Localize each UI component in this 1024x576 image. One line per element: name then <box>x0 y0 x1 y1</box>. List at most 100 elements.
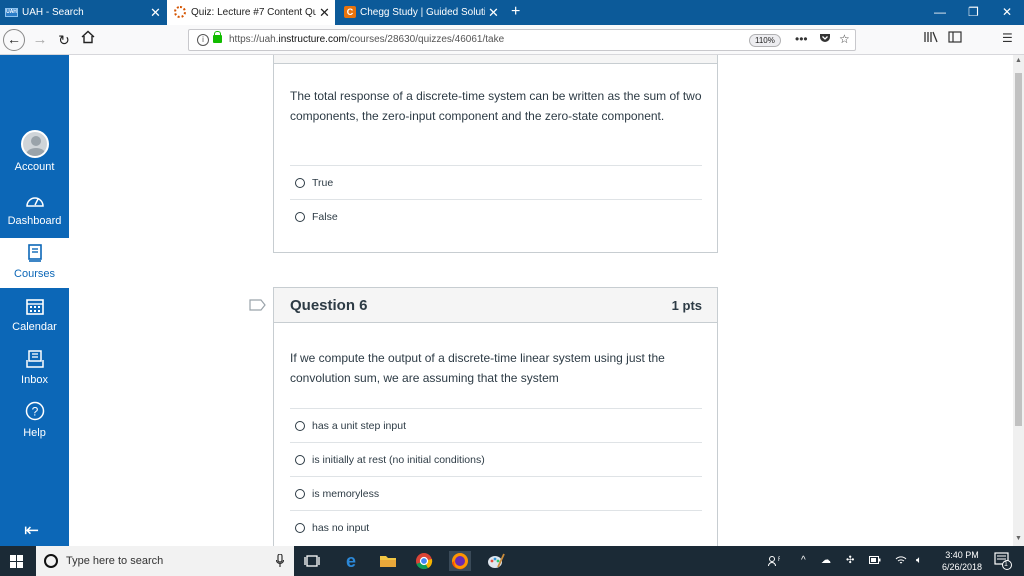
minimize-icon[interactable]: — <box>934 4 946 20</box>
tab-label: Quiz: Lecture #7 Content Quiz <box>191 7 316 18</box>
taskbar-search-box[interactable]: Type here to search <box>36 546 294 576</box>
system-clock[interactable]: 3:40 PM 6/26/2018 <box>938 549 986 573</box>
bookmark-star-icon[interactable]: ☆ <box>839 32 850 46</box>
question-header: Question 6 1 pts <box>274 288 717 323</box>
url-text[interactable]: https://uah.instructure.com/courses/2863… <box>229 34 504 45</box>
account-avatar-icon <box>20 130 49 158</box>
reload-icon[interactable]: ↻ <box>54 30 74 50</box>
people-icon[interactable]: R <box>768 555 783 570</box>
sidebar-item-inbox[interactable]: Inbox <box>0 350 69 386</box>
chevron-up-icon[interactable]: ^ <box>801 555 806 566</box>
sidebar-item-dashboard[interactable]: Dashboard <box>0 193 69 227</box>
radio-button[interactable] <box>295 488 305 499</box>
edge-browser-icon[interactable]: e <box>341 551 361 571</box>
answer-label: is initially at rest (no initial conditi… <box>312 453 485 466</box>
answer-label: False <box>312 210 338 223</box>
sidebar-item-courses[interactable]: Courses <box>0 238 69 288</box>
back-arrow-icon[interactable]: ← <box>3 29 25 51</box>
search-placeholder: Type here to search <box>66 555 164 567</box>
scroll-down-icon[interactable]: ▼ <box>1015 535 1022 542</box>
navigation-toolbar: ← → ↻ i https://uah.instructure.com/cour… <box>0 25 1024 55</box>
microphone-icon[interactable] <box>275 553 285 570</box>
onedrive-cloud-icon[interactable]: ☁ <box>821 555 831 566</box>
sidebar-item-label: Calendar <box>12 321 57 333</box>
sidebar-item-label: Help <box>23 427 46 439</box>
wifi-icon[interactable] <box>895 555 907 568</box>
tab-quiz-lecture[interactable]: Quiz: Lecture #7 Content Quiz ✕ <box>167 0 335 25</box>
lock-icon[interactable] <box>213 31 222 43</box>
canvas-global-nav: Account Dashboard Courses Calendar Inbox… <box>0 55 69 546</box>
inbox-icon <box>0 350 69 371</box>
answer-option-initially-at-rest[interactable]: is initially at rest (no initial conditi… <box>290 442 702 476</box>
flag-question-icon[interactable] <box>249 298 267 316</box>
sidebar-toggle-icon[interactable] <box>948 31 962 46</box>
answer-option-unit-step[interactable]: has a unit step input <box>290 408 702 442</box>
clock-time: 3:40 PM <box>945 550 979 560</box>
sidebar-item-label: Inbox <box>21 374 48 386</box>
answer-label: is memoryless <box>312 487 380 500</box>
scroll-up-icon[interactable]: ▲ <box>1015 57 1022 64</box>
tab-uah-search[interactable]: UAH UAH - Search ✕ <box>0 0 166 25</box>
chegg-favicon-icon: C <box>344 6 356 18</box>
scroll-thumb[interactable] <box>1015 73 1022 426</box>
collapse-nav-button[interactable]: ⇤ <box>24 520 39 541</box>
tab-chegg-study[interactable]: C Chegg Study | Guided Solution ✕ <box>336 0 506 25</box>
question-6-card: Question 6 1 pts If we compute the outpu… <box>273 287 718 546</box>
battery-icon[interactable] <box>869 555 881 568</box>
chrome-icon[interactable] <box>414 551 434 571</box>
loading-spinner-icon <box>174 6 186 18</box>
windows-start-icon[interactable] <box>10 555 23 568</box>
calendar-icon <box>0 297 69 318</box>
quiz-content: The total response of a discrete-time sy… <box>69 55 1013 546</box>
library-icon[interactable] <box>924 31 938 46</box>
close-window-icon[interactable]: ✕ <box>1002 4 1012 20</box>
sidebar-item-account[interactable]: Account <box>0 130 69 173</box>
cortana-icon <box>44 554 58 568</box>
radio-button[interactable] <box>295 454 305 465</box>
file-explorer-icon[interactable] <box>378 551 398 571</box>
question-header <box>274 55 717 64</box>
hamburger-menu-icon[interactable]: ☰ <box>1002 31 1013 45</box>
answer-label: has a unit step input <box>312 419 406 432</box>
close-icon[interactable]: ✕ <box>319 6 330 19</box>
answer-option-memoryless[interactable]: is memoryless <box>290 476 702 510</box>
windows-taskbar: Type here to search e R ^ ☁ ✣ 🔈︎ 3:40 PM… <box>0 546 1024 576</box>
answer-option-false[interactable]: False <box>290 199 702 233</box>
radio-button[interactable] <box>295 211 305 222</box>
page-scrollbar[interactable]: ▲ ▼ <box>1013 55 1024 546</box>
sidebar-item-calendar[interactable]: Calendar <box>0 297 69 333</box>
book-icon <box>0 244 69 265</box>
close-icon[interactable]: ✕ <box>150 6 161 19</box>
clock-date: 6/26/2018 <box>941 562 983 572</box>
sidebar-item-label: Account <box>14 161 55 173</box>
help-icon: ? <box>0 401 69 424</box>
radio-button[interactable] <box>295 522 305 533</box>
close-icon[interactable]: ✕ <box>488 6 499 19</box>
new-tab-button[interactable]: + <box>511 3 520 21</box>
tab-label: Chegg Study | Guided Solution <box>360 7 485 18</box>
firefox-icon[interactable] <box>449 551 471 571</box>
info-icon[interactable]: i <box>197 34 209 46</box>
radio-button[interactable] <box>295 420 305 431</box>
answer-option-true[interactable]: True <box>290 165 702 199</box>
radio-button[interactable] <box>295 177 305 188</box>
dropbox-icon[interactable]: ✣ <box>846 555 854 566</box>
answer-label: has no input <box>312 521 370 534</box>
zoom-level-badge[interactable]: 110% <box>749 34 781 47</box>
action-center-icon[interactable]: 1 <box>994 552 1012 573</box>
url-bar[interactable]: i https://uah.instructure.com/courses/28… <box>188 29 856 51</box>
question-points: 1 pts <box>671 298 702 313</box>
svg-text:?: ? <box>31 405 38 419</box>
answer-option-no-input[interactable]: has no input <box>290 510 702 544</box>
paint-app-icon[interactable] <box>486 551 506 571</box>
volume-icon[interactable]: 🔈︎ <box>916 555 922 566</box>
pocket-icon[interactable] <box>819 32 831 47</box>
sidebar-item-help[interactable]: ? Help <box>0 401 69 439</box>
question-5-card: The total response of a discrete-time sy… <box>273 55 718 253</box>
home-icon[interactable] <box>78 30 98 50</box>
task-view-icon[interactable] <box>302 551 322 571</box>
restore-icon[interactable]: ❐ <box>968 4 979 20</box>
page-actions-menu-icon[interactable]: ••• <box>795 32 808 46</box>
forward-arrow-icon[interactable]: → <box>30 30 50 50</box>
tab-label: UAH - Search <box>22 7 84 18</box>
